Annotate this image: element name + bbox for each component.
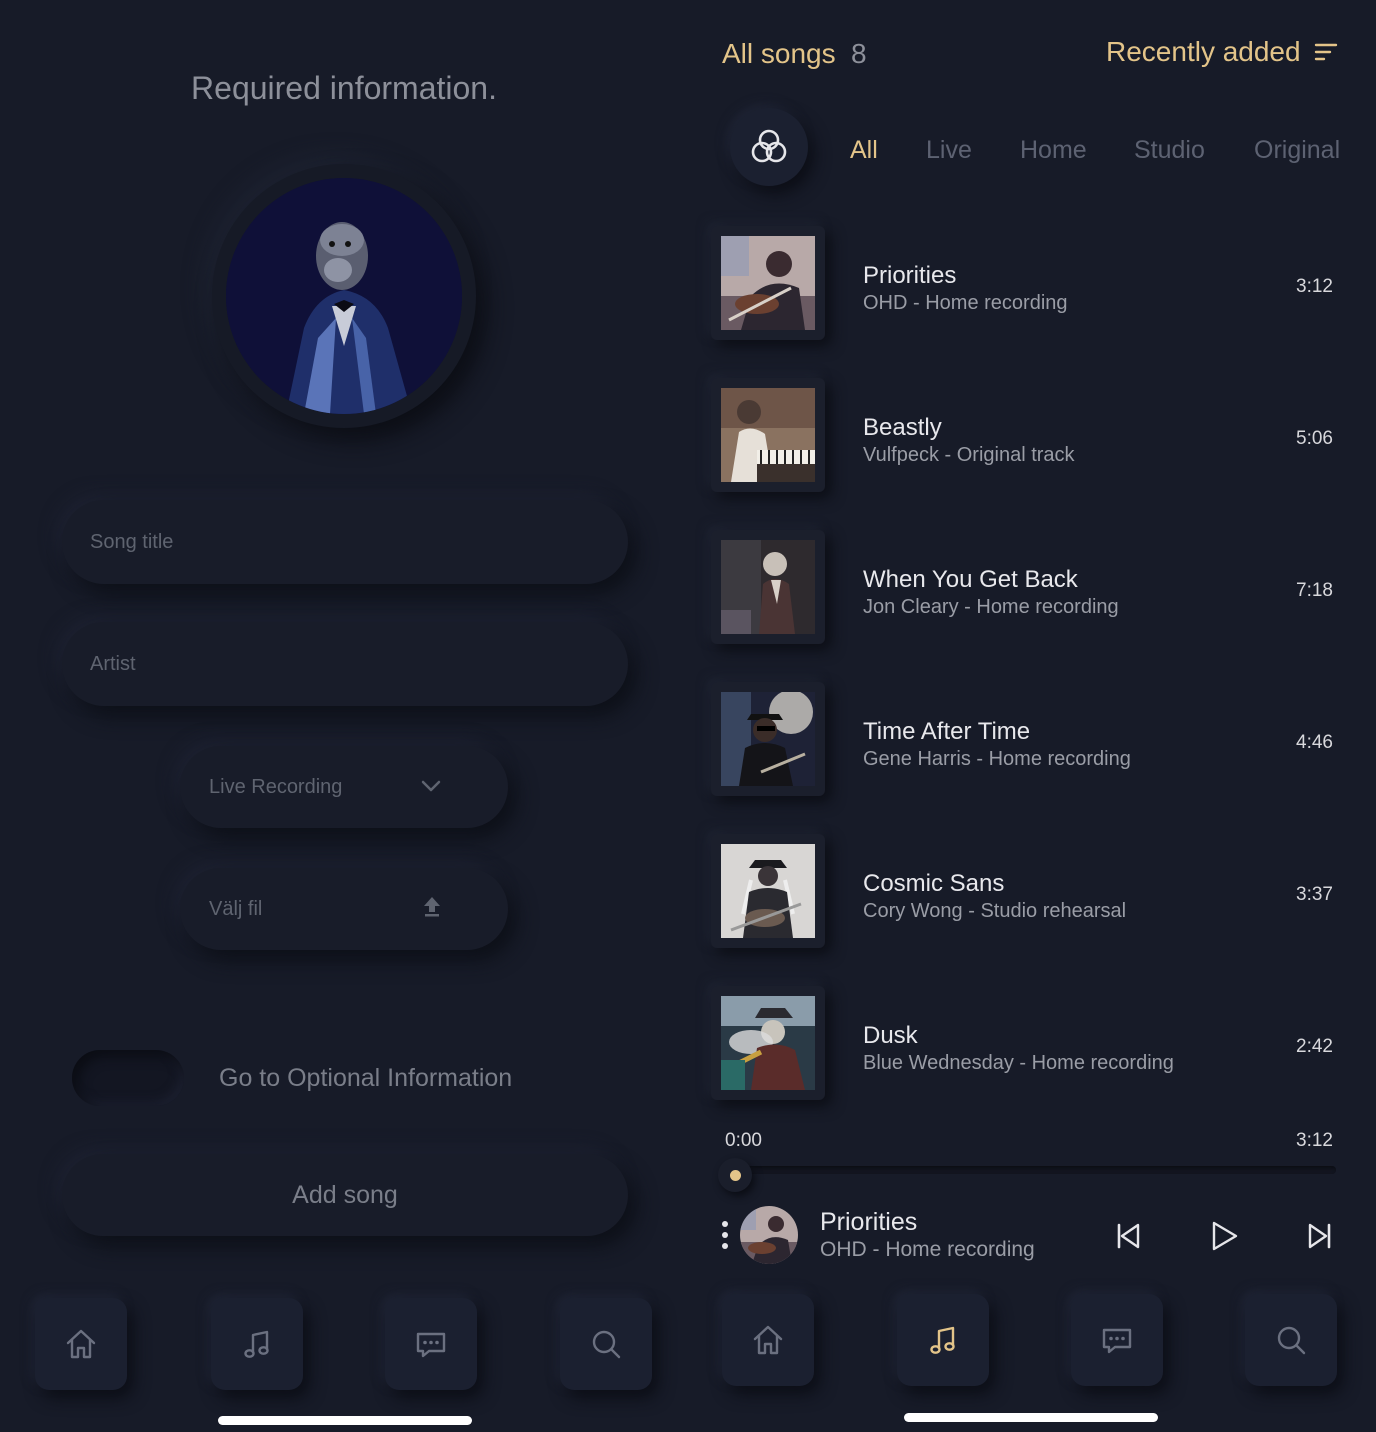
filter-button[interactable] <box>730 108 808 186</box>
song-subtitle: OHD - Home recording <box>863 292 1068 314</box>
song-thumbnail <box>711 834 825 948</box>
song-duration: 3:37 <box>1296 884 1333 905</box>
song-row[interactable]: Beastly Vulfpeck - Original track 5:06 <box>711 378 1351 494</box>
recording-type-select[interactable]: Live Recording <box>180 746 508 828</box>
song-subtitle: Cory Wong - Studio rehearsal <box>863 900 1127 922</box>
progress-knob[interactable] <box>718 1158 752 1192</box>
song-duration: 5:06 <box>1296 428 1333 449</box>
tab-live[interactable]: Live <box>926 136 972 165</box>
song-row[interactable]: Dusk Blue Wednesday - Home recording 2:4… <box>711 986 1351 1102</box>
music-note-icon <box>930 1326 955 1354</box>
optional-info-toggle[interactable] <box>72 1050 184 1106</box>
song-subtitle: Vulfpeck - Original track <box>863 444 1075 466</box>
home-icon <box>753 1325 783 1355</box>
search-icon <box>1277 1326 1306 1355</box>
nav-chat-button[interactable] <box>385 1298 477 1390</box>
home-indicator <box>218 1416 472 1425</box>
page-title: Required information. <box>191 70 497 106</box>
song-title: Dusk <box>863 1022 918 1049</box>
song-row[interactable]: Priorities OHD - Home recording 3:12 <box>711 226 1351 342</box>
file-upload-button[interactable]: Välj fil <box>180 868 508 950</box>
add-song-button[interactable]: Add song <box>62 1154 628 1236</box>
song-duration: 2:42 <box>1296 1036 1333 1057</box>
home-indicator <box>904 1413 1158 1422</box>
song-thumbnail <box>711 986 825 1100</box>
add-song-label: Add song <box>292 1180 398 1209</box>
song-duration: 4:46 <box>1296 732 1333 753</box>
chat-icon <box>1102 1328 1132 1354</box>
nav-music-button[interactable] <box>897 1294 989 1386</box>
filter-circles-icon <box>751 129 787 163</box>
song-row[interactable]: Cosmic Sans Cory Wong - Studio rehearsal… <box>711 834 1351 950</box>
song-duration: 7:18 <box>1296 580 1333 601</box>
next-button[interactable] <box>1298 1214 1342 1258</box>
now-playing-subtitle: OHD - Home recording <box>820 1238 1035 1261</box>
tab-all[interactable]: All <box>850 136 878 165</box>
nav-music-button[interactable] <box>211 1298 303 1390</box>
tab-original[interactable]: Original <box>1254 136 1340 165</box>
recording-type-value: Live Recording <box>209 775 343 798</box>
skip-next-icon <box>1308 1223 1331 1249</box>
song-thumbnail <box>711 682 825 796</box>
song-title: Time After Time <box>863 718 1031 745</box>
song-subtitle: Gene Harris - Home recording <box>863 748 1131 770</box>
cover-image <box>226 178 462 414</box>
skip-previous-icon <box>1117 1223 1140 1249</box>
file-upload-label: Välj fil <box>209 897 263 920</box>
song-row[interactable]: When You Get Back Jon Cleary - Home reco… <box>711 530 1351 646</box>
total-time: 3:12 <box>1296 1130 1333 1151</box>
artist-input[interactable]: Artist <box>62 622 628 706</box>
song-title: Beastly <box>863 414 942 441</box>
all-songs-title: All songs <box>722 38 836 69</box>
play-icon <box>1212 1221 1238 1251</box>
song-subtitle: Blue Wednesday - Home recording <box>863 1052 1174 1074</box>
now-playing-title: Priorities <box>820 1208 918 1236</box>
chevron-down-icon <box>420 776 442 799</box>
song-list-screen: All songs 8 Recently added All Live Home… <box>688 0 1376 1432</box>
song-title: When You Get Back <box>863 566 1078 593</box>
optional-info-label: Go to Optional Information <box>219 1064 513 1092</box>
progress-track[interactable] <box>736 1166 1336 1174</box>
song-title: Cosmic Sans <box>863 870 1005 897</box>
artist-placeholder: Artist <box>90 652 136 675</box>
nav-search-button[interactable] <box>560 1298 652 1390</box>
song-subtitle: Jon Cleary - Home recording <box>863 596 1119 618</box>
cover-image-picker[interactable] <box>212 164 476 428</box>
upload-icon <box>422 895 442 923</box>
song-row[interactable]: Time After Time Gene Harris - Home recor… <box>711 682 1351 798</box>
song-count: 8 <box>851 38 867 69</box>
nav-chat-button[interactable] <box>1071 1294 1163 1386</box>
add-song-screen: Required information. Song title Artist … <box>0 0 688 1432</box>
sort-label[interactable]: Recently added <box>1106 36 1301 68</box>
music-note-icon <box>244 1330 269 1358</box>
home-icon <box>66 1329 96 1359</box>
song-title-input[interactable]: Song title <box>62 500 628 584</box>
previous-button[interactable] <box>1106 1214 1150 1258</box>
elapsed-time: 0:00 <box>725 1130 762 1151</box>
song-thumbnail <box>711 226 825 340</box>
play-button[interactable] <box>1202 1214 1246 1258</box>
song-thumbnail <box>711 530 825 644</box>
now-playing-thumbnail <box>740 1206 798 1264</box>
tab-studio[interactable]: Studio <box>1134 136 1205 165</box>
nav-home-button[interactable] <box>35 1298 127 1390</box>
nav-home-button[interactable] <box>722 1294 814 1386</box>
song-title: Priorities <box>863 262 957 289</box>
search-icon <box>592 1330 621 1359</box>
tab-home[interactable]: Home <box>1020 136 1087 165</box>
song-title-placeholder: Song title <box>90 530 174 553</box>
nav-search-button[interactable] <box>1245 1294 1337 1386</box>
song-thumbnail <box>711 378 825 492</box>
song-duration: 3:12 <box>1296 276 1333 297</box>
more-options-icon[interactable] <box>720 1220 730 1250</box>
sort-icon[interactable] <box>1314 42 1338 67</box>
chat-icon <box>416 1332 446 1358</box>
